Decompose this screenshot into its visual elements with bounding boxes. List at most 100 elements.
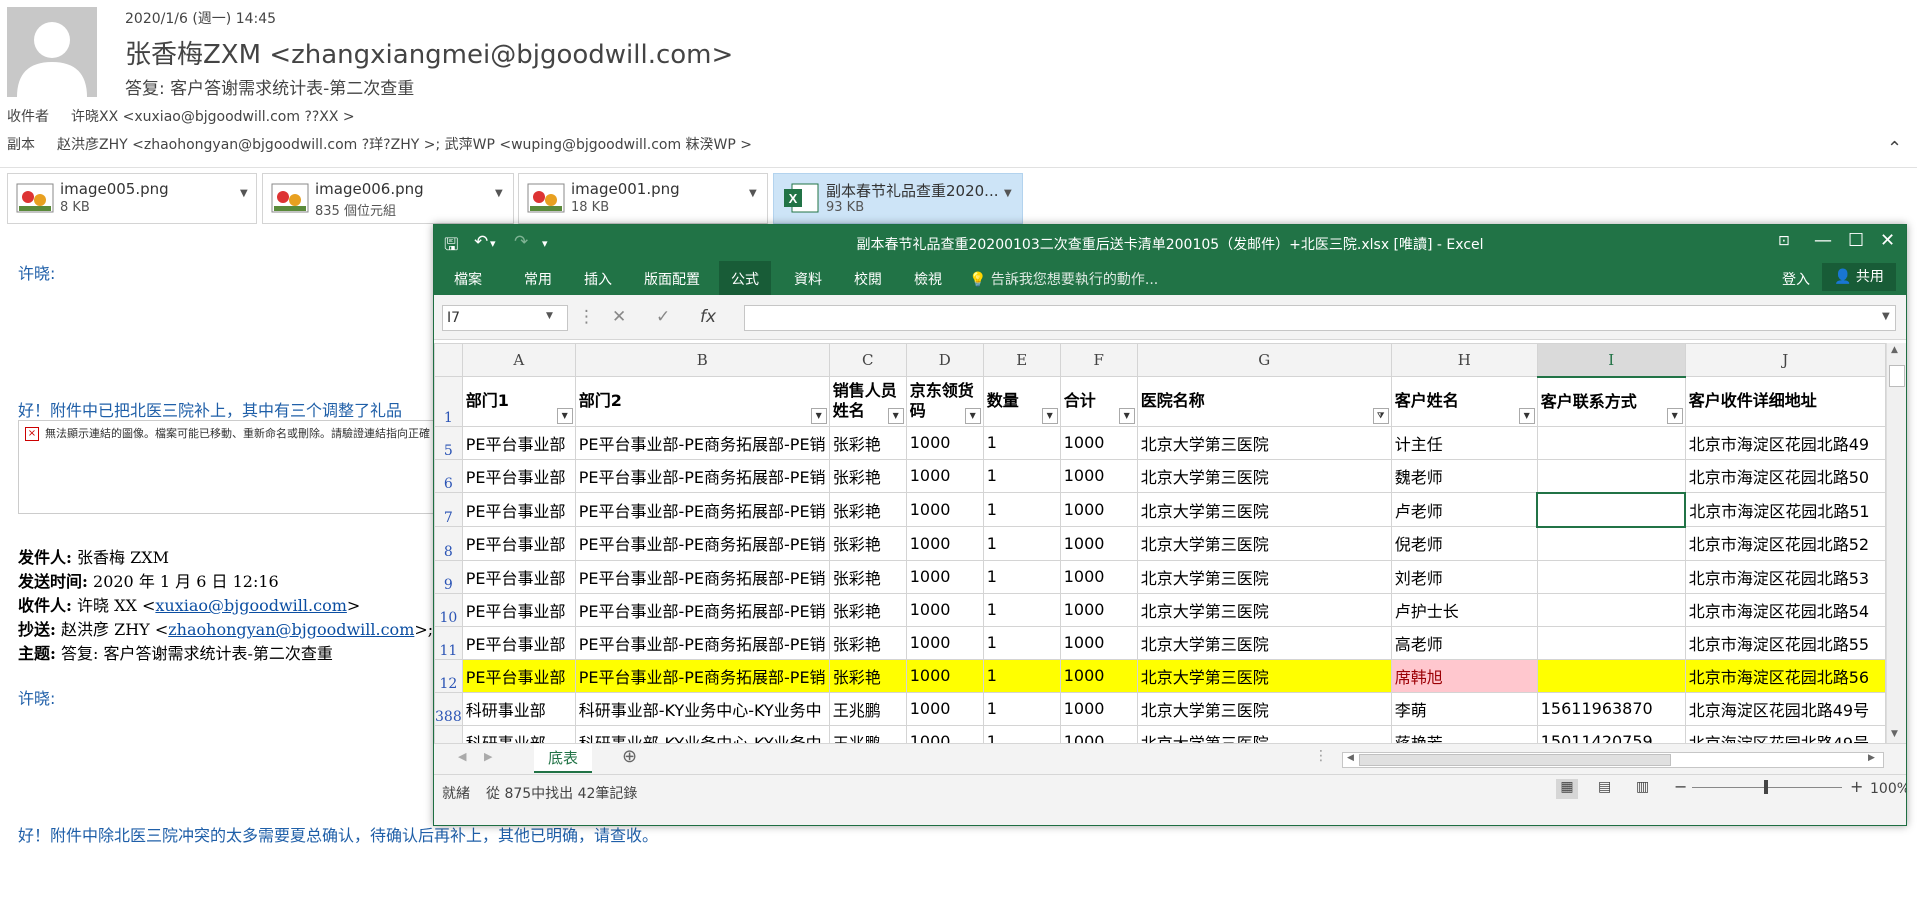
row-header[interactable]: 7	[434, 492, 463, 527]
row-header[interactable]: 5	[434, 425, 463, 460]
table-cell[interactable]: 北京市海淀区花园北路56	[1684, 658, 1886, 693]
table-cell[interactable]: 北京大学第三医院	[1136, 724, 1392, 743]
table-cell[interactable]: 北京市海淀区花园北路49	[1684, 425, 1886, 460]
table-cell[interactable]: 张彩艳	[828, 458, 907, 493]
scroll-thumb[interactable]	[1889, 365, 1905, 387]
table-cell[interactable]: 1000	[905, 691, 984, 726]
table-cell[interactable]: PE平台事业部	[461, 592, 576, 627]
scroll-up-icon[interactable]: ▲	[1891, 345, 1898, 355]
row-header[interactable]: 389	[434, 724, 463, 743]
table-cell[interactable]: 倪老师	[1390, 526, 1538, 561]
header-cell[interactable]: 医院名称 ⧩	[1136, 376, 1392, 427]
minimize-icon[interactable]: —	[1814, 230, 1832, 251]
table-cell[interactable]: 1	[982, 559, 1061, 594]
table-cell[interactable]	[1536, 458, 1686, 493]
tab-home[interactable]: 常用	[524, 269, 552, 289]
row-header[interactable]: 11	[434, 625, 463, 660]
table-cell[interactable]: 1000	[905, 458, 984, 493]
add-sheet-icon[interactable]: ⊕	[622, 746, 637, 767]
table-cell[interactable]: 张彩艳	[828, 658, 907, 693]
tab-data[interactable]: 資料	[794, 269, 822, 289]
table-cell[interactable]: PE平台事业部	[461, 458, 576, 493]
table-cell[interactable]: 张彩艳	[828, 592, 907, 627]
table-cell[interactable]: 卢护士长	[1390, 592, 1538, 627]
table-cell[interactable]: 1000	[905, 526, 984, 561]
table-cell[interactable]: PE平台事业部-PE商务拓展部-PE销	[574, 559, 830, 594]
table-cell[interactable]: 1	[982, 458, 1061, 493]
table-cell[interactable]: 1000	[905, 592, 984, 627]
header-cell[interactable]: 部门1 ▼	[461, 376, 576, 427]
column-header-j[interactable]: J	[1684, 343, 1886, 377]
table-cell[interactable]	[1536, 526, 1686, 561]
page-layout-view-icon[interactable]: ▤	[1598, 779, 1611, 795]
excel-title-bar[interactable]: 副本春节礼品查重20200103二次查重后送卡清单200105（发邮件）+北医三…	[434, 225, 1906, 259]
table-cell[interactable]: PE平台事业部	[461, 526, 576, 561]
table-cell[interactable]: 1000	[1059, 724, 1138, 743]
scroll-down-icon[interactable]: ▼	[1891, 729, 1898, 739]
table-cell[interactable]: PE平台事业部-PE商务拓展部-PE销	[574, 625, 830, 660]
table-cell[interactable]	[1536, 658, 1686, 693]
table-cell[interactable]: 1	[982, 592, 1061, 627]
table-cell[interactable]: 王兆鹏	[828, 691, 907, 726]
table-cell[interactable]: 高老师	[1390, 625, 1538, 660]
table-cell[interactable]: 1	[982, 492, 1061, 527]
table-cell[interactable]: 北京大学第三医院	[1136, 625, 1392, 660]
table-cell[interactable]: 北京海淀区花园北路49号	[1684, 691, 1886, 726]
column-header-a[interactable]: A	[461, 343, 576, 377]
table-cell[interactable]: 科研事业部	[461, 724, 576, 743]
worksheet-grid[interactable]: ABCDEFGHIJ 1 部门1 ▼ 部门2 ▼ 销售人员姓名 ▼ 京东领货码 ▼ 数量 ▼ 合计 ▼ 医…	[434, 343, 1886, 743]
table-cell[interactable]: 1	[982, 724, 1061, 743]
table-cell[interactable]: 北京大学第三医院	[1136, 559, 1392, 594]
row-header[interactable]: 12	[434, 658, 463, 693]
sheet-tab[interactable]: 底表	[534, 744, 593, 773]
quoted-to-link[interactable]: xuxiao@bjgoodwill.com	[155, 596, 347, 615]
zoom-in-icon[interactable]: +	[1850, 777, 1863, 796]
table-cell[interactable]: 1000	[1059, 658, 1138, 693]
split-handle-icon[interactable]: ⋮	[1314, 748, 1328, 764]
sign-in-link[interactable]: 登入	[1782, 269, 1810, 289]
table-cell[interactable]: 科研事业部-KY业务中心-KY业务中	[574, 691, 830, 726]
chevron-down-icon[interactable]: ▼	[495, 188, 503, 199]
horizontal-scrollbar[interactable]: ◀ ▶	[1342, 752, 1884, 768]
table-cell[interactable]: 北京大学第三医院	[1136, 526, 1392, 561]
header-cell[interactable]: 合计 ▼	[1059, 376, 1138, 427]
table-cell[interactable]: 张彩艳	[828, 526, 907, 561]
table-cell[interactable]: 北京大学第三医院	[1136, 592, 1392, 627]
column-header-b[interactable]: B	[574, 343, 830, 377]
table-cell[interactable]: PE平台事业部	[461, 492, 576, 527]
table-cell[interactable]: 1000	[905, 724, 984, 743]
ribbon-display-icon[interactable]: ⊡	[1778, 233, 1790, 249]
table-cell[interactable]: 北京市海淀区花园北路53	[1684, 559, 1886, 594]
table-cell[interactable]: 1000	[905, 559, 984, 594]
column-header-e[interactable]: E	[982, 343, 1061, 377]
filter-dropdown-icon[interactable]: ▼	[887, 407, 904, 424]
to-value[interactable]: 许晓XX <xuxiao@bjgoodwill.com ??XX >	[71, 109, 355, 125]
table-cell[interactable]: 计主任	[1390, 425, 1538, 460]
filter-dropdown-icon[interactable]: ▼	[810, 407, 827, 424]
table-cell[interactable]: 1000	[1059, 559, 1138, 594]
tab-page-layout[interactable]: 版面配置	[644, 269, 700, 289]
header-cell[interactable]: 客户收件详细地址	[1684, 376, 1886, 427]
table-cell[interactable]: 1000	[1059, 691, 1138, 726]
table-cell[interactable]: PE平台事业部	[461, 559, 576, 594]
table-cell[interactable]	[1536, 491, 1687, 528]
cc-value[interactable]: 赵洪彦ZHY <zhaohongyan@bjgoodwill.com ?珜?ZH…	[57, 137, 752, 153]
row-header[interactable]: 9	[434, 559, 463, 594]
row-header[interactable]: 8	[434, 526, 463, 561]
tab-insert[interactable]: 插入	[584, 269, 612, 289]
table-cell[interactable]: PE平台事业部	[461, 425, 576, 460]
filter-dropdown-icon[interactable]: ▼	[1041, 407, 1058, 424]
column-header-g[interactable]: G	[1136, 343, 1392, 377]
table-cell[interactable]: PE平台事业部-PE商务拓展部-PE销	[574, 458, 830, 493]
next-sheet-icon[interactable]: ▶	[484, 750, 492, 763]
table-cell[interactable]: 北京大学第三医院	[1136, 458, 1392, 493]
table-cell[interactable]: 北京市海淀区花园北路51	[1684, 492, 1886, 527]
table-cell[interactable]: PE平台事业部	[461, 658, 576, 693]
table-cell[interactable]: 蒋艳芳	[1390, 724, 1538, 743]
tab-file[interactable]: 檔案	[454, 269, 482, 289]
close-icon[interactable]: ✕	[1880, 230, 1895, 251]
attachment-image005[interactable]: image005.png 8 KB ▼	[7, 173, 257, 224]
tab-view[interactable]: 檢視	[914, 269, 942, 289]
table-cell[interactable]: PE平台事业部	[461, 625, 576, 660]
enter-icon[interactable]: ✓	[656, 307, 670, 327]
